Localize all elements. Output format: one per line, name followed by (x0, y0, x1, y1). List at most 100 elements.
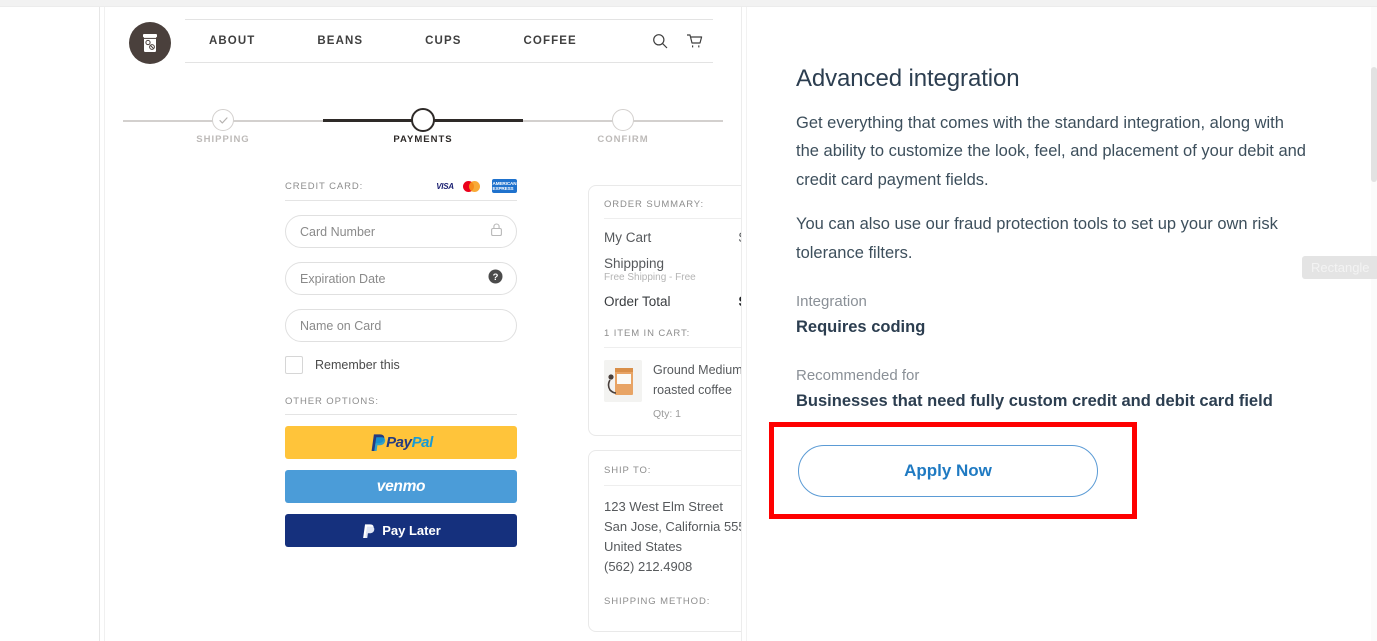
remember-this-row[interactable]: Remember this (285, 356, 517, 374)
svg-text:?: ? (493, 272, 499, 283)
amex-icon: AMERICAN EXPRESS (492, 179, 517, 193)
summary-row-cart: My Cart $29.99 (604, 230, 741, 245)
page-rail-center-outer (741, 7, 742, 641)
nav-link-cups[interactable]: CUPS (425, 35, 461, 47)
top-strip (0, 0, 1377, 7)
nav-link-coffee[interactable]: COFFEE (524, 35, 577, 47)
ship-to-address: 123 West Elm Street San Jose, California… (604, 497, 741, 577)
nav-actions (652, 33, 703, 49)
cart-items-title: 1 ITEM IN CART: (604, 328, 691, 339)
credit-card-section-header: CREDIT CARD: VISA AMERICAN EXPRESS (285, 179, 517, 201)
order-total-value: $29.99 (739, 294, 741, 309)
credit-card-title: CREDIT CARD: (285, 180, 364, 192)
integration-detail-panel: Advanced integration Get everything that… (747, 7, 1377, 641)
venmo-button[interactable]: venmo (285, 470, 517, 503)
summary-row-total: Order Total $29.99 (604, 294, 741, 309)
shipping-method-title: SHIPPING METHOD: (604, 595, 711, 607)
shipping-method-header: SHIPPING METHOD: (604, 595, 741, 616)
nav-link-about[interactable]: ABOUT (209, 35, 255, 47)
cart-item-meta: Qty: 1 $29.99 (604, 408, 741, 420)
card-number-placeholder: Card Number (300, 224, 376, 239)
ship-to-header: SHIP TO: (604, 464, 741, 486)
pay-later-label: Pay Later (382, 523, 441, 538)
paypal-word-pay: Pay (386, 434, 412, 451)
name-on-card-input[interactable]: Name on Card (285, 309, 517, 342)
order-summary-panel: ORDER SUMMARY: My Cart $29.99 Shippping … (588, 185, 741, 436)
paypal-icon (371, 434, 386, 451)
site-header: ABOUT BEANS CUPS COFFEE (105, 7, 741, 69)
address-line: 123 West Elm Street (604, 499, 723, 514)
coffee-bag-logo-icon[interactable] (129, 22, 171, 64)
mastercard-icon (463, 180, 485, 193)
card-number-input[interactable]: Card Number (285, 215, 517, 248)
description-paragraph-2: You can also use our fraud protection to… (796, 215, 1278, 262)
integration-value: Requires coding (796, 317, 926, 336)
recommended-for-label: Recommended for (796, 367, 920, 385)
search-icon[interactable] (652, 33, 668, 49)
paypal-word-pal: Pal (411, 434, 434, 451)
order-summary-header[interactable]: ORDER SUMMARY: (604, 199, 741, 219)
step-label-confirm: CONFIRM (597, 134, 649, 145)
description-paragraph-1: Get everything that comes with the stand… (796, 114, 1306, 189)
screen: ABOUT BEANS CUPS COFFEE SHIPPING PAYMENT… (0, 0, 1377, 641)
apply-now-button[interactable]: Apply Now (798, 445, 1098, 497)
payment-form: CREDIT CARD: VISA AMERICAN EXPRESS Card N… (285, 179, 517, 547)
cart-items-header[interactable]: 1 ITEM IN CART: (604, 328, 741, 348)
order-total-label: Order Total (604, 294, 671, 309)
scrollbar-thumb[interactable] (1371, 67, 1377, 182)
remember-this-checkbox[interactable] (285, 356, 303, 374)
cart-item-name: Ground Medium hand roasted coffee (653, 363, 741, 397)
page-title: Advanced integration (796, 65, 1020, 92)
name-on-card-placeholder: Name on Card (300, 318, 382, 333)
summary-row-label: My Cart (604, 230, 652, 245)
expiration-date-input[interactable]: Expiration Date ? (285, 262, 517, 295)
step-knob (411, 108, 435, 132)
step-knob-check (212, 109, 234, 131)
lock-icon (490, 222, 503, 241)
page-scrollbar[interactable] (1371, 7, 1377, 641)
page-rail-left-outer (99, 7, 100, 641)
order-summary-title: ORDER SUMMARY: (604, 199, 705, 210)
cart-icon[interactable] (686, 33, 703, 49)
summary-row-shipping: Shippping $0.00 (604, 256, 741, 271)
summary-row-label: Shippping (604, 256, 665, 271)
cart-item-qty: Qty: 1 (653, 408, 682, 420)
venmo-wordmark: venmo (376, 477, 426, 495)
pay-later-button[interactable]: Pay Later (285, 514, 517, 547)
summary-shipping-sublabel: Free Shipping - Free (604, 272, 696, 283)
address-line: United States (604, 538, 683, 554)
integration-detail-content: Advanced integration Get everything that… (796, 65, 1306, 444)
remember-this-label: Remember this (315, 358, 400, 372)
order-summary-column: ORDER SUMMARY: My Cart $29.99 Shippping … (588, 185, 741, 641)
checkout-preview: ABOUT BEANS CUPS COFFEE SHIPPING PAYMENT… (105, 7, 741, 641)
checkout-stepper: SHIPPING PAYMENTS CONFIRM (123, 104, 723, 150)
step-knob (612, 109, 634, 131)
step-label-payments: PAYMENTS (393, 134, 453, 145)
step-shipping[interactable]: SHIPPING (123, 104, 323, 150)
nav-link-beans[interactable]: BEANS (317, 35, 363, 47)
coffee-bag-thumbnail-icon (604, 360, 642, 402)
step-payments[interactable]: PAYMENTS (323, 104, 523, 150)
other-options-header: OTHER OPTIONS: (285, 396, 517, 415)
integration-label: Integration (796, 292, 867, 310)
check-icon (218, 116, 228, 124)
paypal-wordmark: PayPal (386, 434, 433, 451)
address-line: San Jose, California 555555 (604, 518, 741, 534)
paypal-icon (363, 523, 375, 538)
main-navigation: ABOUT BEANS CUPS COFFEE (185, 19, 713, 63)
cart-item: Ground Medium hand roasted coffee (604, 360, 741, 402)
ship-to-title: SHIP TO: (604, 465, 652, 476)
help-icon[interactable]: ? (488, 269, 503, 289)
accepted-cards: VISA AMERICAN EXPRESS (434, 179, 517, 193)
summary-row-value: $29.99 (739, 230, 741, 245)
step-confirm[interactable]: CONFIRM (523, 104, 723, 150)
ship-to-panel: SHIP TO: 123 West Elm Street San Jose, C… (588, 450, 741, 632)
rectangle-tool-tooltip: Rectangle (1302, 256, 1377, 279)
step-label-shipping: SHIPPING (196, 134, 250, 145)
expiration-date-placeholder: Expiration Date (300, 271, 386, 286)
paypal-button[interactable]: PayPal (285, 426, 517, 459)
other-options-title: OTHER OPTIONS: (285, 396, 379, 407)
visa-icon: VISA (436, 181, 454, 191)
apply-now-label: Apply Now (904, 461, 992, 480)
apply-now-highlight-group: Apply Now (769, 422, 1137, 519)
